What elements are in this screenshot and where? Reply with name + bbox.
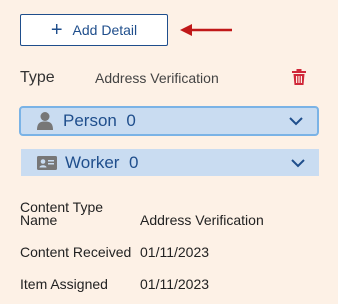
chevron-down-icon[interactable]	[291, 158, 305, 168]
item-assigned-label: Item Assigned	[20, 276, 108, 292]
person-panel[interactable]: Person 0	[19, 106, 319, 136]
person-icon	[37, 112, 53, 130]
arrow-left-icon	[180, 24, 232, 36]
content-received-value: 01/11/2023	[140, 244, 210, 260]
content-received-label: Content Received	[20, 244, 132, 260]
person-panel-title: Person 0	[63, 111, 136, 131]
item-assigned-value: 01/11/2023	[140, 276, 210, 292]
worker-panel-count: 0	[128, 152, 139, 172]
add-detail-button[interactable]: + Add Detail	[20, 14, 168, 46]
trash-icon[interactable]	[292, 69, 306, 85]
content-type-label-line2: Name	[20, 212, 58, 228]
worker-panel[interactable]: Worker 0	[21, 149, 319, 176]
add-detail-label: Add Detail	[72, 22, 138, 38]
content-type-value: Address Verification	[140, 212, 264, 228]
id-card-icon	[37, 155, 57, 170]
chevron-down-icon[interactable]	[289, 116, 303, 126]
worker-panel-title: Worker 0	[65, 153, 138, 173]
type-label: Type	[20, 69, 55, 86]
type-value: Address Verification	[95, 70, 219, 86]
plus-icon: +	[50, 19, 63, 41]
person-panel-count: 0	[126, 111, 136, 130]
worker-panel-label: Worker	[65, 152, 120, 172]
person-panel-label: Person	[63, 111, 117, 130]
